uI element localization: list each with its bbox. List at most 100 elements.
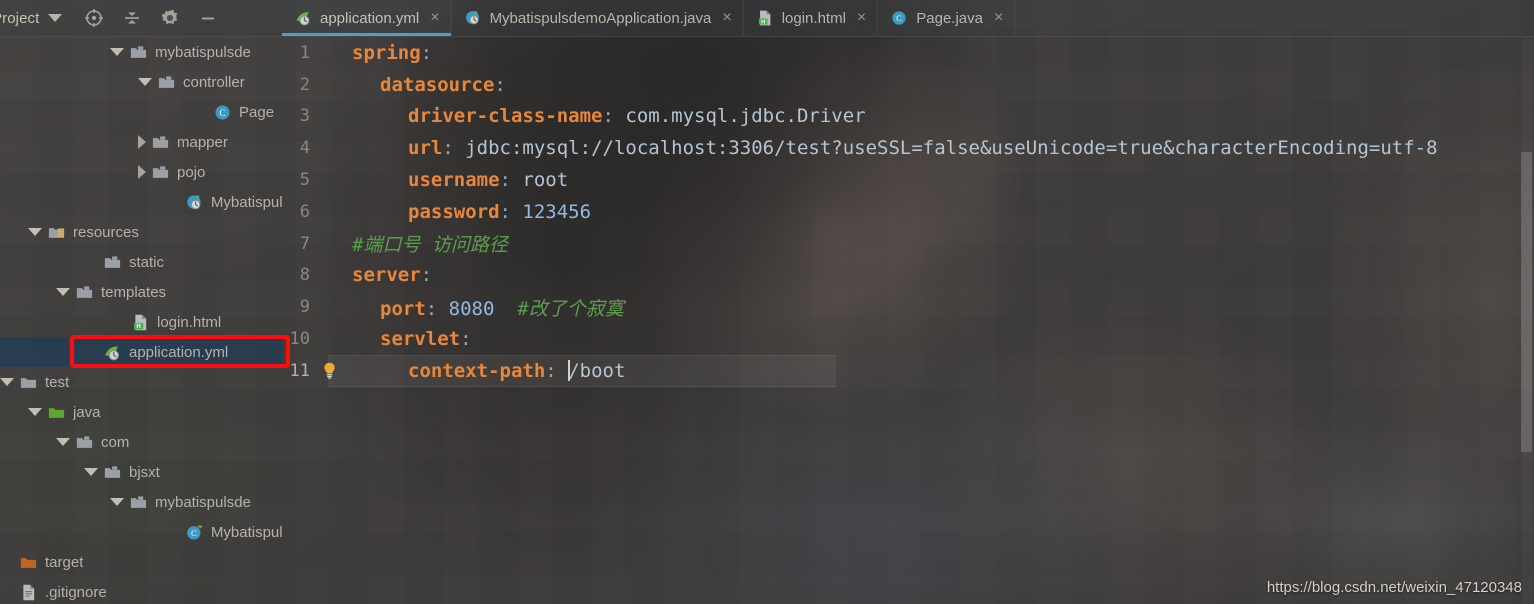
editor-line-6[interactable]: 6 password: 123456 (282, 196, 1534, 228)
tree-item-gitignore[interactable]: .gitignore (0, 577, 282, 604)
chevron-down-icon[interactable] (28, 408, 42, 416)
close-icon[interactable]: × (430, 10, 439, 26)
chevron-down-icon[interactable] (0, 378, 14, 386)
tree-item-pojo[interactable]: pojo (0, 157, 282, 187)
tree-item-label: mybatispulsde (155, 43, 251, 61)
tree-item-static[interactable]: static (0, 247, 282, 277)
line-content[interactable]: #端口号 访问路径 (342, 230, 508, 257)
yaml-key: servlet (380, 328, 461, 351)
collapse-all-icon[interactable] (122, 8, 142, 28)
project-tool-window-label[interactable]: Project (0, 10, 39, 27)
line-content[interactable]: password: 123456 (342, 201, 591, 223)
locate-target-icon[interactable] (84, 8, 104, 28)
tab-login-html[interactable]: H login.html × (743, 0, 879, 36)
line-content[interactable]: datasource: (342, 74, 506, 96)
tree-item-label: static (129, 253, 165, 271)
tree-item-mybatispulsde[interactable]: mybatispulsde (0, 487, 282, 517)
tree-item-target[interactable]: target (0, 547, 282, 577)
html-file-icon: H (756, 9, 774, 27)
chevron-down-icon[interactable] (138, 78, 152, 86)
tab-label: MybatispulsdemoApplication.java (489, 9, 712, 27)
chevron-down-icon[interactable] (56, 438, 70, 446)
yaml-comment: #改了个寂寞 (517, 297, 624, 320)
yaml-key: username (408, 169, 500, 192)
minimize-icon[interactable] (198, 8, 218, 28)
tree-item-page[interactable]: C Page (0, 97, 282, 127)
line-content[interactable]: username: root (342, 169, 568, 191)
gear-icon[interactable] (160, 8, 180, 28)
yaml-colon: : (420, 41, 433, 64)
chevron-down-icon[interactable] (84, 468, 98, 476)
watermark-url: https://blog.csdn.net/weixin_47120348 (1266, 579, 1522, 596)
chevron-down-icon[interactable] (48, 14, 63, 22)
tab-label: application.yml (320, 9, 420, 27)
line-number: 7 (299, 233, 310, 254)
editor-line-10[interactable]: 10 servlet: (282, 323, 1534, 355)
tree-item-controller[interactable]: controller (0, 67, 282, 97)
line-content[interactable]: servlet: (342, 328, 472, 350)
chevron-down-icon[interactable] (110, 498, 124, 506)
tree-item-resources[interactable]: resources (0, 217, 282, 247)
tab-page-java[interactable]: C Page.java × (878, 0, 1016, 36)
line-content[interactable]: port: 8080 #改了个寂寞 (342, 294, 624, 321)
line-content[interactable]: server: (342, 264, 432, 286)
tree-item-mybatispulsde[interactable]: mybatispulsde (0, 37, 282, 67)
tab-application-yml[interactable]: application.yml × (282, 0, 452, 36)
yaml-spring-file-icon (105, 345, 120, 360)
project-tree[interactable]: mybatispulsde controller C Page mapper pojo My… (0, 37, 282, 604)
yaml-value: /boot (568, 359, 626, 382)
tree-item-mybatispul[interactable]: C Mybatispul (0, 517, 282, 547)
yaml-key: driver-class-name (408, 105, 603, 128)
yaml-spring-file-icon (294, 9, 312, 27)
editor-line-4[interactable]: 4 url: jdbc:mysql://localhost:3306/test?u… (282, 132, 1534, 164)
yaml-key: port (380, 297, 426, 320)
line-content[interactable]: spring: (342, 42, 432, 64)
line-content[interactable]: url: jdbc:mysql://localhost:3306/test?us… (342, 137, 1438, 159)
tree-item-test[interactable]: test (0, 367, 282, 397)
tree-item-login-html[interactable]: Hlogin.html (0, 307, 282, 337)
line-number: 10 (289, 329, 310, 350)
java-class-icon: C (215, 104, 230, 120)
code-editor[interactable]: 1 spring: 2 datasource: 3 driver-class-name: … (282, 37, 1534, 604)
line-content[interactable]: context-path: /boot (342, 359, 626, 382)
line-number: 2 (299, 74, 310, 95)
line-content[interactable]: driver-class-name: com.mysql.jdbc.Driver (342, 105, 866, 127)
editor-line-2[interactable]: 2 datasource: (282, 69, 1534, 101)
editor-line-7[interactable]: 7 #端口号 访问路径 (282, 228, 1534, 260)
close-icon[interactable]: × (994, 10, 1003, 26)
tree-item-java[interactable]: java (0, 397, 282, 427)
yaml-colon: : (499, 169, 511, 192)
editor-line-11[interactable]: 11 context-path: /boot (282, 354, 1534, 387)
close-icon[interactable]: × (857, 10, 866, 26)
close-icon[interactable]: × (722, 10, 731, 26)
tree-item-bjsxt[interactable]: bjsxt (0, 457, 282, 487)
tree-item-templates[interactable]: templates (0, 277, 282, 307)
tree-item-label: login.html (157, 313, 222, 331)
editor-line-3[interactable]: 3 driver-class-name: com.mysql.jdbc.Drive… (282, 101, 1534, 133)
tree-item-application-yml[interactable]: application.yml (0, 337, 282, 367)
tree-item-com[interactable]: com (0, 427, 282, 457)
yaml-key: server (352, 264, 421, 287)
line-number: 9 (299, 297, 310, 318)
yaml-colon: : (425, 297, 438, 320)
editor-line-5[interactable]: 5 username: root (282, 164, 1534, 196)
toolbar-icon-group (84, 8, 218, 28)
editor-tab-strip: application.yml × MybatispulsdemoApplica… (282, 0, 1534, 37)
tree-item-label: mybatispulsde (155, 493, 251, 511)
chevron-right-icon[interactable] (138, 165, 146, 179)
tree-item-mybatispul[interactable]: Mybatispul (0, 187, 282, 217)
chevron-down-icon[interactable] (28, 228, 42, 236)
chevron-down-icon[interactable] (110, 48, 124, 56)
tab-label: login.html (781, 9, 846, 27)
package-folder-icon (104, 465, 121, 478)
editor-line-8[interactable]: 8 server: (282, 260, 1534, 292)
editor-line-1[interactable]: 1 spring: (282, 37, 1534, 69)
tree-item-mapper[interactable]: mapper (0, 127, 282, 157)
chevron-right-icon[interactable] (138, 135, 146, 149)
tab-mybatispulsdemoapplication-java[interactable]: MybatispulsdemoApplication.java × (451, 0, 744, 36)
chevron-down-icon[interactable] (56, 288, 70, 296)
yaml-colon: : (442, 137, 454, 160)
package-folder-icon (76, 285, 93, 298)
tree-toggle-placeholder (194, 112, 208, 113)
editor-line-9[interactable]: 9 port: 8080 #改了个寂寞 (282, 291, 1534, 323)
